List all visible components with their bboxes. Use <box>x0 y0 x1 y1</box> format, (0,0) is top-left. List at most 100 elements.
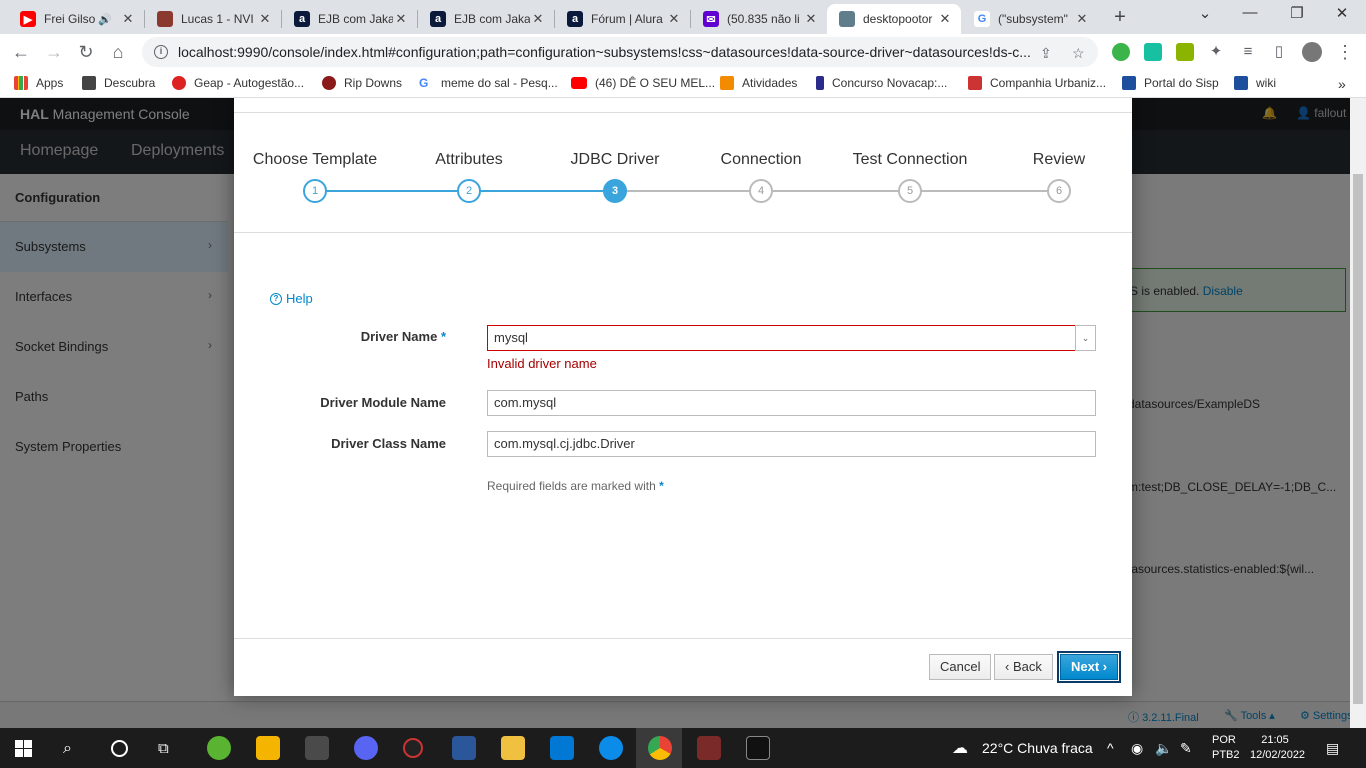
avatar[interactable] <box>1302 42 1322 62</box>
bookmark-item[interactable]: Descubra <box>82 76 155 90</box>
tab-title: (50.835 não li <box>727 12 800 26</box>
browser-tab[interactable]: Lucas 1 - NVI ✕ <box>145 4 281 34</box>
share-icon[interactable]: ⇪ <box>1040 45 1052 62</box>
step-5-circle: 5 <box>898 179 922 203</box>
next-button[interactable]: Next › <box>1056 651 1122 683</box>
chrome-icon[interactable] <box>648 736 672 760</box>
more-bookmarks-icon[interactable]: » <box>1338 76 1346 92</box>
task-view-icon[interactable]: ⧉ <box>158 740 169 757</box>
browser-tab[interactable]: a EJB com Jaka ✕ <box>418 4 554 34</box>
clock[interactable]: 21:05 12/02/2022 <box>1250 733 1305 763</box>
bookmark-item[interactable]: wiki <box>1234 76 1276 90</box>
extension-icon[interactable] <box>1144 43 1162 61</box>
bookmark-item[interactable]: (46) DÊ O SEU MEL... <box>571 76 715 90</box>
weather-text[interactable]: 22°C Chuva fraca <box>982 740 1093 756</box>
browser-tab[interactable]: ✉ (50.835 não li ✕ <box>691 4 827 34</box>
more-menu-icon[interactable]: ⋮ <box>1334 41 1356 63</box>
bookmark-item[interactable]: Concurso Novacap:... <box>816 76 947 90</box>
forward-arrow-icon[interactable]: → <box>43 41 65 63</box>
driver-class-field[interactable]: com.mysql.cj.jdbc.Driver <box>487 431 1096 457</box>
wizard-footer: Cancel ‹ Back Next › <box>234 638 1132 696</box>
step-1-circle[interactable]: 1 <box>303 179 327 203</box>
step-4-circle: 4 <box>749 179 773 203</box>
windows-start-icon[interactable] <box>15 740 32 757</box>
browser-tab[interactable]: G ("subsystem" ✕ <box>962 4 1098 34</box>
driver-module-field[interactable]: com.mysql <box>487 390 1096 416</box>
step-label-connection: Connection <box>720 151 802 168</box>
close-icon[interactable]: ✕ <box>803 11 819 27</box>
edge-icon[interactable] <box>599 736 623 760</box>
chevron-down-icon[interactable]: ⌄ <box>1075 325 1096 351</box>
minimize-icon[interactable]: — <box>1238 4 1262 21</box>
browser-tab[interactable]: a Fórum | Alura ✕ <box>555 4 690 34</box>
mail-icon[interactable] <box>550 736 574 760</box>
driver-module-label: Driver Module Name <box>320 395 446 410</box>
chevron-up-icon[interactable]: ^ <box>1107 740 1114 756</box>
reload-icon[interactable]: ↻ <box>75 41 97 63</box>
speaker-icon[interactable]: 🔊 <box>98 13 112 26</box>
browser-tab-active[interactable]: desktopootor ✕ <box>827 4 961 34</box>
cancel-button[interactable]: Cancel <box>929 654 992 680</box>
bookmark-item[interactable]: Rip Downs <box>322 76 402 90</box>
notifications-icon[interactable]: ▤ <box>1326 740 1339 757</box>
app-icon[interactable] <box>697 736 721 760</box>
extension-icon[interactable] <box>1176 43 1194 61</box>
close-icon[interactable]: ✕ <box>530 11 546 27</box>
utorrent-tray-icon[interactable]: ◉ <box>1131 740 1143 757</box>
close-icon[interactable]: ✕ <box>257 11 273 27</box>
store-icon[interactable] <box>256 736 280 760</box>
tab-title: ("subsystem" <box>998 12 1068 26</box>
page-favicon-icon <box>816 76 824 90</box>
help-link[interactable]: ? Help <box>270 291 313 306</box>
bookmark-item[interactable]: Companhia Urbaniz... <box>968 76 1106 90</box>
bookmark-apps[interactable]: Apps <box>14 76 63 90</box>
site-info-icon[interactable]: i <box>154 45 168 59</box>
bookmark-star-icon[interactable]: ☆ <box>1072 45 1085 62</box>
home-icon[interactable]: ⌂ <box>107 41 129 63</box>
close-icon[interactable]: ✕ <box>120 11 136 27</box>
extensions-puzzle-icon[interactable]: ✦ <box>1205 41 1227 63</box>
app-icon[interactable] <box>403 738 423 758</box>
search-icon[interactable]: ⌕ <box>63 740 72 758</box>
tab-search-chevron-icon[interactable]: ⌄ <box>1193 4 1217 22</box>
close-icon[interactable]: ✕ <box>937 11 953 27</box>
volume-icon[interactable]: 🔈 <box>1155 740 1172 757</box>
file-explorer-icon[interactable] <box>501 736 525 760</box>
address-bar[interactable]: i localhost:9990/console/index.html#conf… <box>142 37 1098 67</box>
utorrent-icon[interactable] <box>207 736 231 760</box>
side-panel-icon[interactable]: ▯ <box>1268 41 1290 63</box>
bookmark-item[interactable]: Portal do Sisp <box>1122 76 1219 90</box>
back-button[interactable]: ‹ Back <box>994 654 1053 680</box>
back-arrow-icon[interactable]: ← <box>10 41 32 63</box>
close-icon[interactable]: ✕ <box>666 11 682 27</box>
url-text[interactable]: localhost:9990/console/index.html#config… <box>178 44 1038 60</box>
close-icon[interactable]: ✕ <box>393 11 409 27</box>
discord-icon[interactable] <box>354 736 378 760</box>
weather-icon[interactable]: ☁ <box>952 738 968 758</box>
new-tab-plus-icon[interactable]: + <box>1110 6 1130 29</box>
reading-list-icon[interactable]: ≡ <box>1237 41 1259 63</box>
browser-tab-strip: ▶ Frei Gilso 🔊 ✕ Lucas 1 - NVI ✕ a EJB c… <box>0 0 1366 34</box>
app-icon[interactable] <box>305 736 329 760</box>
youtube-icon <box>571 77 587 89</box>
close-icon[interactable]: ✕ <box>1074 11 1090 27</box>
step-2-circle[interactable]: 2 <box>457 179 481 203</box>
window-close-icon[interactable]: ✕ <box>1330 4 1354 22</box>
step-label-review: Review <box>1032 151 1086 168</box>
terminal-icon[interactable] <box>746 736 770 760</box>
browser-tab[interactable]: ▶ Frei Gilso 🔊 ✕ <box>8 4 144 34</box>
word-icon[interactable] <box>452 736 476 760</box>
extension-icon[interactable] <box>1112 43 1130 61</box>
bookmark-item[interactable]: Atividades <box>720 76 797 90</box>
required-asterisk: * <box>440 329 446 344</box>
driver-name-combobox[interactable]: mysql <box>487 325 1096 351</box>
browser-tab[interactable]: a EJB com Jaka ✕ <box>282 4 417 34</box>
scrollbar-thumb[interactable] <box>1353 174 1363 704</box>
cortana-icon[interactable] <box>111 740 128 757</box>
page-scrollbar[interactable] <box>1350 98 1366 728</box>
bookmark-item[interactable]: Geap - Autogestão... <box>172 76 304 90</box>
bookmark-item[interactable]: G meme do sal - Pesq... <box>419 76 558 90</box>
input-language[interactable]: POR PTB2 <box>1212 733 1240 763</box>
restore-icon[interactable]: ❐ <box>1285 4 1309 22</box>
pen-icon[interactable]: ✎ <box>1180 740 1192 757</box>
